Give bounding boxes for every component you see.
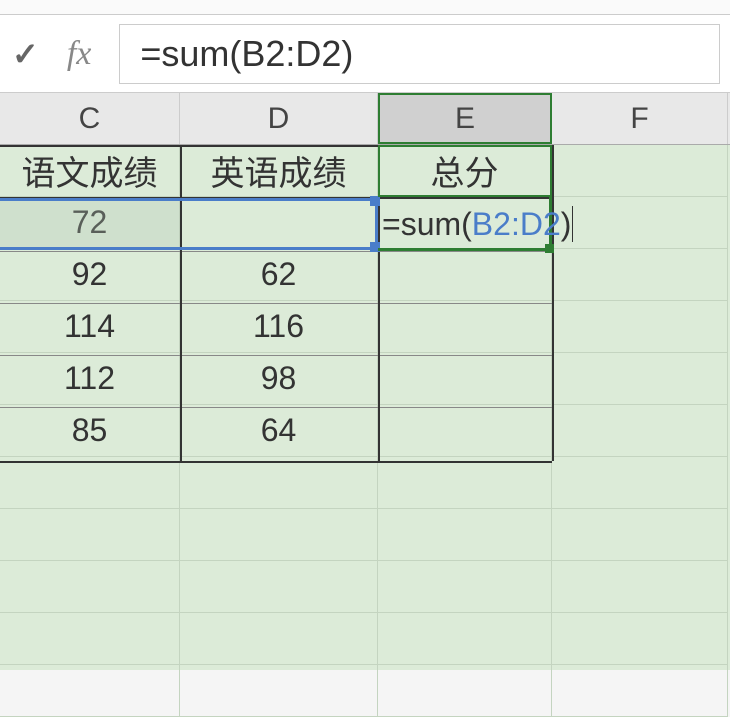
col-header-f[interactable]: F bbox=[552, 93, 728, 144]
cell[interactable] bbox=[180, 561, 378, 613]
header-cell-e[interactable]: 总分 bbox=[378, 145, 552, 197]
cell[interactable] bbox=[0, 613, 180, 665]
cell[interactable] bbox=[552, 457, 728, 509]
cell-f6[interactable] bbox=[552, 405, 728, 457]
cell[interactable] bbox=[378, 613, 552, 665]
formula-actions: ✓ fx bbox=[10, 35, 91, 73]
table-border bbox=[0, 145, 552, 147]
table-row bbox=[0, 665, 730, 717]
cell[interactable] bbox=[180, 509, 378, 561]
cell-d3[interactable]: 62 bbox=[180, 249, 378, 301]
table-row bbox=[0, 457, 730, 509]
table-row: 112 98 bbox=[0, 353, 730, 405]
table-border bbox=[0, 251, 552, 252]
formula-bar: ✓ fx =sum(B2:D2) bbox=[0, 15, 730, 93]
col-header-c[interactable]: C bbox=[0, 93, 180, 144]
cell-f5[interactable] bbox=[552, 353, 728, 405]
cell-e3[interactable] bbox=[378, 249, 552, 301]
table-header-row: 语文成绩 英语成绩 总分 bbox=[0, 145, 730, 197]
cell-f1[interactable] bbox=[552, 145, 728, 197]
cell[interactable] bbox=[180, 665, 378, 717]
cell-d6[interactable]: 64 bbox=[180, 405, 378, 457]
cell-c5[interactable]: 112 bbox=[0, 353, 180, 405]
formula-input[interactable]: =sum(B2:D2) bbox=[140, 33, 353, 75]
cell[interactable] bbox=[180, 457, 378, 509]
cell-e6[interactable] bbox=[378, 405, 552, 457]
cell[interactable] bbox=[552, 613, 728, 665]
cell-d5[interactable]: 98 bbox=[180, 353, 378, 405]
cell-f2[interactable] bbox=[552, 197, 728, 249]
header-cell-d[interactable]: 英语成绩 bbox=[180, 145, 378, 197]
cell[interactable] bbox=[378, 457, 552, 509]
confirm-icon[interactable]: ✓ bbox=[12, 35, 39, 73]
table-border bbox=[0, 197, 552, 199]
cell-c2[interactable]: 72 bbox=[0, 197, 180, 249]
cell[interactable] bbox=[552, 509, 728, 561]
cell-d2[interactable] bbox=[180, 197, 378, 249]
cell[interactable] bbox=[180, 613, 378, 665]
cell-e5[interactable] bbox=[378, 353, 552, 405]
cell[interactable] bbox=[552, 561, 728, 613]
data-rows: 语文成绩 英语成绩 总分 72 92 62 114 116 112 bbox=[0, 145, 730, 717]
table-row bbox=[0, 561, 730, 613]
table-border bbox=[0, 461, 552, 463]
table-border bbox=[0, 355, 552, 356]
cell-c6[interactable]: 85 bbox=[0, 405, 180, 457]
cell[interactable] bbox=[378, 561, 552, 613]
table-row: 72 bbox=[0, 197, 730, 249]
table-border bbox=[0, 407, 552, 408]
table-border bbox=[378, 145, 380, 461]
spreadsheet-grid[interactable]: C D E F 语文成绩 英语成绩 总分 72 92 62 114 11 bbox=[0, 93, 730, 670]
cell[interactable] bbox=[552, 665, 728, 717]
cell-c4[interactable]: 114 bbox=[0, 301, 180, 353]
cell[interactable] bbox=[0, 457, 180, 509]
cell-f4[interactable] bbox=[552, 301, 728, 353]
cell[interactable] bbox=[0, 509, 180, 561]
header-cell-c[interactable]: 语文成绩 bbox=[0, 145, 180, 197]
cell[interactable] bbox=[0, 665, 180, 717]
cell-d4[interactable]: 116 bbox=[180, 301, 378, 353]
cell[interactable] bbox=[378, 509, 552, 561]
table-row: 92 62 bbox=[0, 249, 730, 301]
cell-f3[interactable] bbox=[552, 249, 728, 301]
table-border bbox=[552, 145, 554, 461]
col-header-e[interactable]: E bbox=[378, 93, 552, 144]
table-row: 85 64 bbox=[0, 405, 730, 457]
table-border bbox=[0, 303, 552, 304]
table-border bbox=[180, 145, 182, 461]
column-headers: C D E F bbox=[0, 93, 730, 145]
formula-input-container[interactable]: =sum(B2:D2) bbox=[119, 24, 720, 84]
cell[interactable] bbox=[0, 561, 180, 613]
cell-e2[interactable] bbox=[378, 197, 552, 249]
window-top-strip bbox=[0, 0, 730, 15]
table-row: 114 116 bbox=[0, 301, 730, 353]
fx-button[interactable]: fx bbox=[67, 35, 92, 73]
table-row bbox=[0, 613, 730, 665]
table-row bbox=[0, 509, 730, 561]
cell-e4[interactable] bbox=[378, 301, 552, 353]
cell[interactable] bbox=[378, 665, 552, 717]
cell-c3[interactable]: 92 bbox=[0, 249, 180, 301]
col-header-d[interactable]: D bbox=[180, 93, 378, 144]
